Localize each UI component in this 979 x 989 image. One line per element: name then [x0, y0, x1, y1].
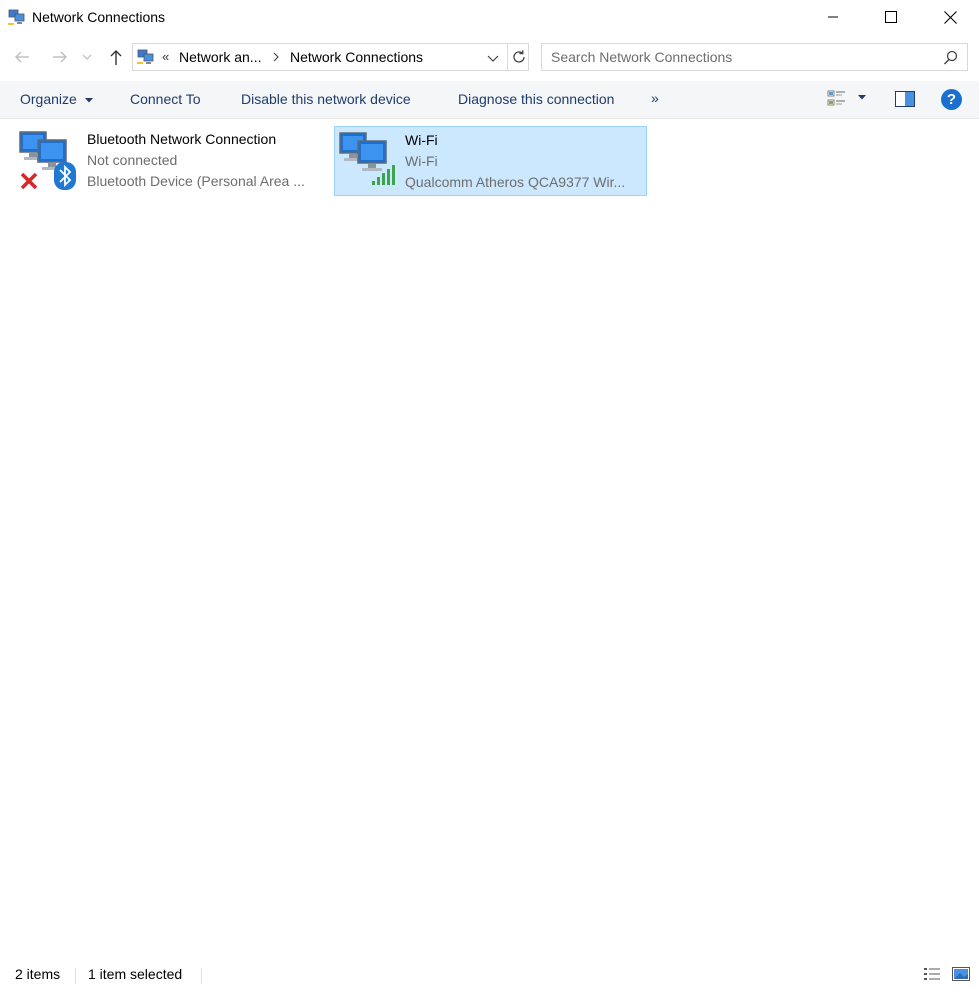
window-title: Network Connections [32, 9, 166, 25]
arrow-up-icon [110, 50, 122, 65]
bluetooth-icon [54, 162, 76, 190]
command-bar: Organize Connect To Disable this network… [0, 81, 979, 119]
network-connections-icon [8, 9, 25, 25]
maximize-icon [885, 11, 897, 23]
change-view-icon[interactable] [827, 89, 847, 109]
item-count: 2 items [15, 966, 61, 982]
help-icon[interactable]: ? [941, 89, 962, 110]
search-icon[interactable] [943, 50, 958, 65]
refresh-button[interactable] [507, 44, 529, 70]
network-connections-icon [137, 49, 154, 64]
chevron-down-icon [487, 55, 499, 62]
up-button[interactable] [105, 46, 127, 68]
minimize-button[interactable] [810, 0, 856, 34]
status-bar: 2 items 1 item selected [0, 962, 979, 989]
organize-button[interactable]: Organize [20, 91, 93, 107]
chevron-right-icon[interactable] [272, 51, 280, 63]
breadcrumb-network-connections[interactable]: Network Connections [290, 49, 423, 65]
close-icon [943, 10, 957, 24]
connect-to-button[interactable]: Connect To [130, 91, 201, 107]
view-options-dropdown[interactable] [858, 95, 866, 100]
connection-device: Qualcomm Atheros QCA9377 Wir... [405, 174, 626, 190]
large-icons-view-icon[interactable] [952, 966, 970, 982]
connection-status: Wi-Fi [405, 153, 438, 169]
preview-pane-icon[interactable] [895, 91, 915, 107]
status-divider [201, 968, 202, 984]
network-adapter-icon [19, 131, 76, 190]
connection-name: Bluetooth Network Connection [87, 131, 277, 147]
recent-locations-button[interactable] [80, 46, 94, 68]
connection-status: Not connected [87, 152, 178, 168]
connection-wifi[interactable]: Wi-Fi Wi-Fi Qualcomm Atheros QCA9377 Wir… [334, 126, 647, 196]
search-box[interactable] [541, 43, 968, 71]
details-view-icon[interactable] [923, 966, 941, 982]
breadcrumb-overflow[interactable]: « [162, 49, 169, 64]
back-button[interactable] [11, 46, 33, 68]
minimize-icon [828, 16, 838, 18]
forward-button[interactable] [49, 46, 71, 68]
caret-down-icon [84, 97, 93, 103]
address-bar[interactable]: « Network an... Network Connections [132, 43, 529, 71]
network-adapter-icon [339, 132, 395, 185]
arrow-right-icon [53, 51, 67, 63]
selection-count: 1 item selected [88, 966, 183, 982]
connection-name: Wi-Fi [405, 132, 438, 148]
disconnected-x-icon [20, 172, 38, 190]
title-bar: Network Connections [0, 0, 979, 34]
search-input[interactable] [551, 49, 931, 65]
connection-device: Bluetooth Device (Personal Area ... [87, 173, 305, 189]
organize-label: Organize [20, 91, 77, 107]
navigation-row: « Network an... Network Connections [0, 38, 979, 76]
diagnose-connection-button[interactable]: Diagnose this connection [458, 91, 614, 107]
close-button[interactable] [927, 0, 973, 34]
chevron-down-icon [82, 54, 92, 60]
breadcrumb-network-and-sharing[interactable]: Network an... [179, 49, 261, 65]
disable-device-button[interactable]: Disable this network device [241, 91, 411, 107]
refresh-icon [512, 50, 525, 63]
connection-bluetooth[interactable]: Bluetooth Network Connection Not connect… [16, 126, 321, 196]
more-commands-button[interactable]: » [651, 90, 659, 106]
address-dropdown-button[interactable] [485, 50, 501, 66]
arrow-left-icon [15, 51, 29, 63]
maximize-button[interactable] [868, 0, 914, 34]
status-divider [75, 968, 76, 984]
